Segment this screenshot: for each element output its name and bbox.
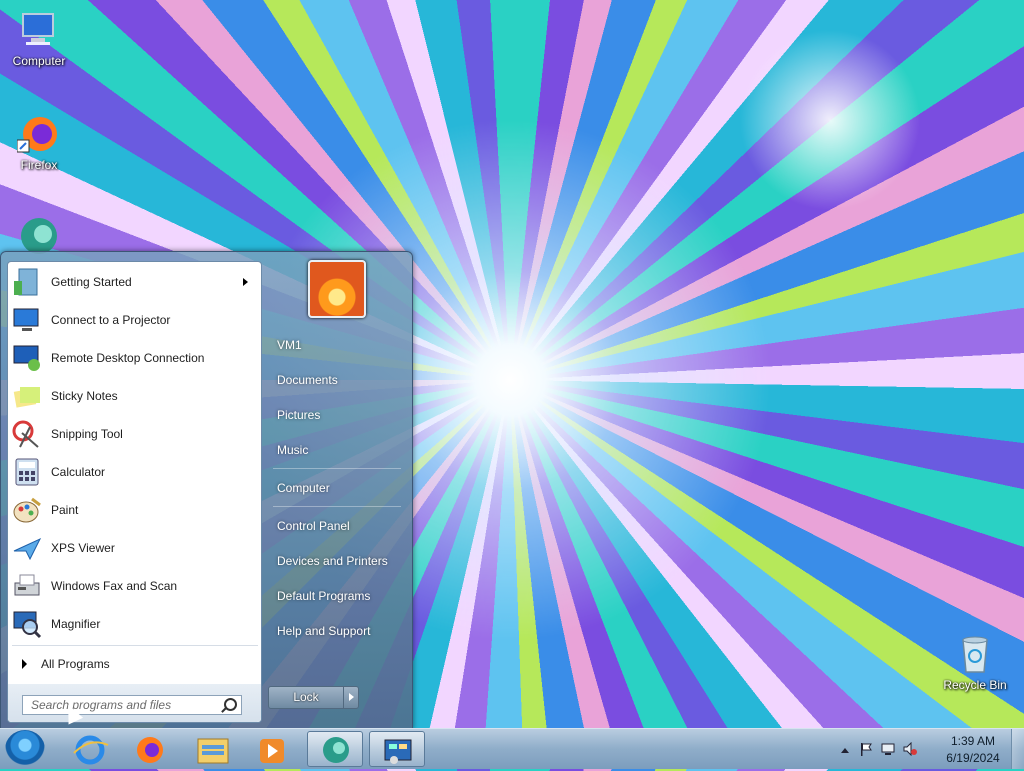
link-control-panel[interactable]: Control Panel bbox=[277, 519, 350, 533]
firefox-icon bbox=[16, 112, 61, 156]
search-icon[interactable] bbox=[224, 698, 237, 711]
firefox-taskbar-icon[interactable] bbox=[122, 731, 178, 767]
link-help-support[interactable]: Help and Support bbox=[277, 624, 370, 638]
desktop-icon-computer[interactable]: Computer bbox=[4, 8, 74, 68]
desktop-icon-firefox[interactable]: Firefox bbox=[4, 112, 74, 172]
link-documents[interactable]: Documents bbox=[277, 373, 338, 387]
sticky-notes-icon bbox=[12, 381, 42, 411]
link-music[interactable]: Music bbox=[277, 443, 308, 457]
getting-started-icon bbox=[12, 267, 42, 297]
projector-icon bbox=[12, 305, 42, 335]
desktop-icon-label: Computer bbox=[12, 54, 66, 68]
link-pictures[interactable]: Pictures bbox=[277, 408, 320, 422]
remote-desktop-icon bbox=[12, 343, 42, 373]
program-paint[interactable]: Paint bbox=[12, 492, 258, 528]
system-tray: 1:39 AM 6/19/2024 bbox=[839, 729, 1024, 769]
magnifier-icon bbox=[12, 609, 42, 639]
windows-explorer-icon[interactable] bbox=[184, 731, 240, 767]
program-calculator[interactable]: Calculator bbox=[12, 454, 258, 490]
network-icon[interactable] bbox=[881, 742, 895, 756]
desktop-icon-label: Recycle Bin bbox=[943, 678, 1007, 692]
program-magnifier[interactable]: Magnifier bbox=[12, 606, 258, 642]
taskbar: 1:39 AM 6/19/2024 bbox=[0, 728, 1024, 769]
program-sticky-notes[interactable]: Sticky Notes bbox=[12, 378, 258, 414]
show-hidden-icons-arrow-icon[interactable] bbox=[839, 744, 851, 758]
calculator-icon bbox=[12, 457, 42, 487]
places-separator bbox=[273, 506, 401, 507]
places-separator bbox=[273, 468, 401, 469]
app-sphere-taskbar-icon[interactable] bbox=[307, 731, 363, 767]
desktop-icon-recycle-bin[interactable]: Recycle Bin bbox=[940, 632, 1010, 692]
shutdown-options-arrow-icon[interactable] bbox=[343, 686, 359, 709]
fax-scan-icon bbox=[12, 571, 42, 601]
program-getting-started[interactable]: Getting Started bbox=[12, 264, 258, 300]
program-remote-desktop[interactable]: Remote Desktop Connection bbox=[12, 340, 258, 376]
link-computer[interactable]: Computer bbox=[277, 481, 330, 495]
all-programs-button[interactable]: All Programs bbox=[12, 649, 258, 679]
start-menu-programs-pane: Getting Started Connect to a Projector R… bbox=[7, 261, 262, 723]
all-programs-arrow-icon bbox=[22, 659, 27, 669]
internet-explorer-icon[interactable] bbox=[62, 731, 118, 767]
action-center-flag-icon[interactable] bbox=[859, 742, 872, 756]
xps-viewer-icon bbox=[12, 533, 42, 563]
start-menu: Getting Started Connect to a Projector R… bbox=[0, 251, 413, 730]
clock-date[interactable]: 6/19/2024 bbox=[938, 751, 1008, 765]
program-snipping-tool[interactable]: Snipping Tool bbox=[12, 416, 258, 452]
volume-muted-icon[interactable] bbox=[903, 741, 917, 757]
link-devices-printers[interactable]: Devices and Printers bbox=[277, 554, 388, 568]
control-panel-taskbar-icon[interactable] bbox=[369, 731, 425, 767]
lock-button[interactable]: Lock bbox=[268, 686, 344, 709]
link-default-programs[interactable]: Default Programs bbox=[277, 589, 370, 603]
start-menu-places-pane: VM1 Documents Pictures Music Computer Co… bbox=[263, 252, 412, 729]
program-connect-to-projector[interactable]: Connect to a Projector bbox=[12, 302, 258, 338]
search-input[interactable] bbox=[22, 695, 242, 715]
link-user-folder[interactable]: VM1 bbox=[277, 338, 302, 352]
desktop-icon-label: Firefox bbox=[20, 158, 58, 172]
media-player-icon[interactable] bbox=[244, 731, 300, 767]
computer-icon bbox=[17, 8, 61, 52]
clock-time[interactable]: 1:39 AM bbox=[938, 734, 1008, 748]
search-area bbox=[8, 684, 261, 722]
show-desktop-button[interactable] bbox=[1011, 729, 1024, 769]
program-fax-and-scan[interactable]: Windows Fax and Scan bbox=[12, 568, 258, 604]
program-xps-viewer[interactable]: XPS Viewer bbox=[12, 530, 258, 566]
user-picture[interactable] bbox=[308, 260, 366, 318]
snipping-tool-icon bbox=[12, 419, 42, 449]
start-orb-icon[interactable] bbox=[5, 730, 45, 768]
paint-icon bbox=[12, 495, 42, 525]
recycle-bin-icon bbox=[953, 632, 997, 676]
submenu-arrow-icon bbox=[243, 278, 248, 286]
programs-separator bbox=[12, 645, 258, 646]
